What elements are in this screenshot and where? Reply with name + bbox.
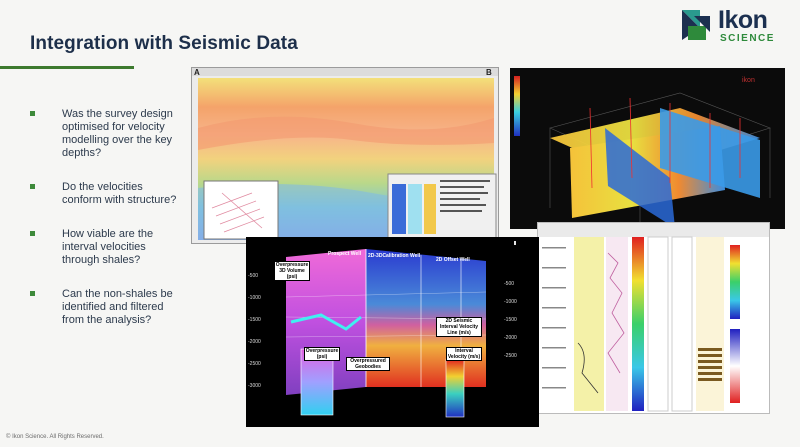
depth-label: -1500 [248,317,261,323]
depth-label: -1500 [504,317,517,323]
bullet-square-icon [30,184,35,189]
ikon-science-logo: Ikon SCIENCE [680,6,792,44]
depth-label: -1000 [248,295,261,301]
svg-text:ikon: ikon [742,77,755,84]
depth-label: -1000 [504,299,517,305]
depth-label: -2500 [248,361,261,367]
velocity-section-image: A B [191,67,499,244]
depth-label: -2000 [504,335,517,341]
bullet-text: How viable are the interval velocities t… [62,228,154,266]
well-label-offset: 2D Offset Well [436,257,470,263]
bullet-text: Can the non-shales be identified and fil… [62,288,173,326]
copyright-footer: © Ikon Science. All Rights Reserved. [6,434,104,440]
well-log-graphic [538,223,769,412]
logo-ikon-text: Ikon [718,6,768,34]
ikon-logo-mark-icon [682,10,710,40]
section-label-b: B [486,68,492,77]
velocity-cube-3d-image: ikon [510,68,785,229]
section-label-a: A [194,68,200,77]
depth-label: -500 [504,281,515,287]
velocity-cube-graphic: ikon [514,76,771,228]
depth-label: -2500 [504,353,517,359]
depth-label: -3000 [248,383,261,389]
geobodies-label: Overpressured Geobodies [346,357,390,371]
well-label-prospect: Prospect Well [328,251,361,257]
bullet-item: Was the survey design optimised for velo… [30,108,180,160]
well-label-calibration: 2D-3DCalibration Well [368,253,421,259]
bullet-item: Can the non-shales be identified and fil… [30,288,180,327]
bullet-square-icon [30,291,35,296]
bullet-list: Was the survey design optimised for velo… [30,108,180,348]
slide-title: Integration with Seismic Data [30,33,298,54]
bullet-square-icon [30,111,35,116]
bullet-text: Was the survey design optimised for velo… [62,108,173,159]
slide: Integration with Seismic Data Ikon SCIEN… [0,0,800,447]
velocity-section-graphic [192,68,498,241]
overpressure-legend-title: Overpressure (psi) [304,347,340,361]
logo-science-text: SCIENCE [720,33,775,44]
bullet-item: How viable are the interval velocities t… [30,228,180,267]
bullet-square-icon [30,231,35,236]
interval-velocity-line-label: 2D Seismic Interval Velocity Line (m/s) [436,317,482,337]
depth-label: -500 [248,273,259,279]
bullet-item: Do the velocities conform with structure… [30,181,180,207]
depth-label: -2000 [248,339,261,345]
bullet-text: Do the velocities conform with structure… [62,181,177,206]
title-underline [0,66,134,69]
well-log-image [537,222,770,414]
overpressure-velocity-image: Overpressure 3D Volume (psi) Prospect We… [246,237,539,427]
velocity-legend-title: Interval Velocity (m/s) [446,347,482,361]
overpressure-volume-label: Overpressure 3D Volume (psi) [274,261,310,281]
